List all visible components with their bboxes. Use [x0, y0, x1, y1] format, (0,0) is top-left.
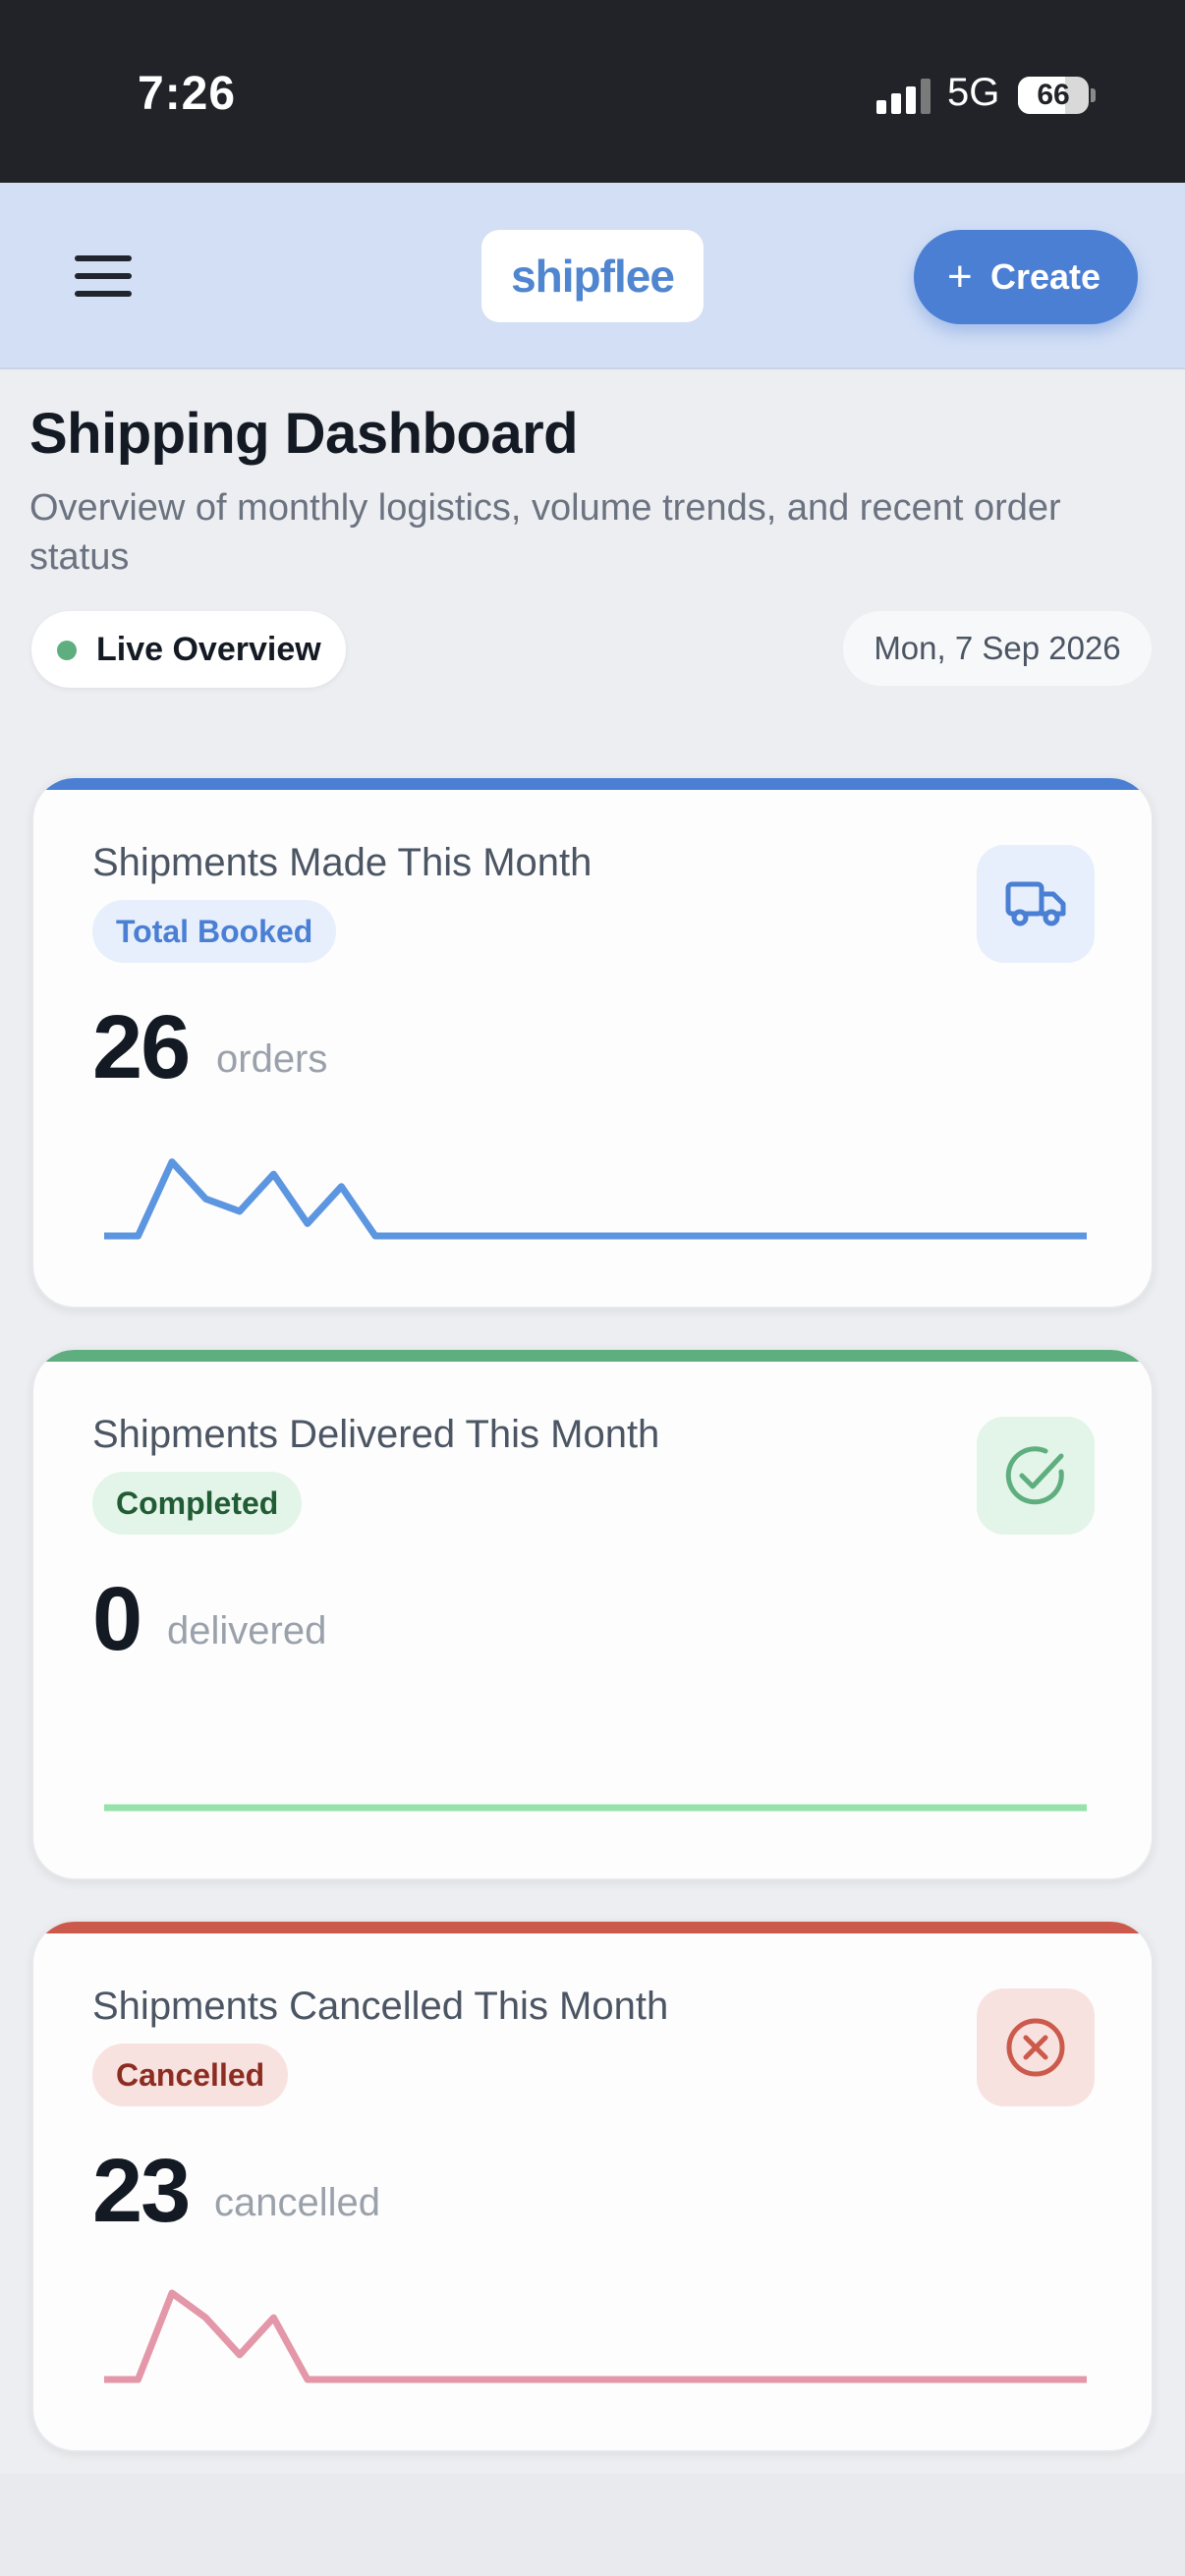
- status-time: 7:26: [138, 68, 237, 120]
- page-subtitle: Overview of monthly logistics, volume tr…: [29, 487, 1061, 578]
- page-title: Shipping Dashboard: [29, 402, 579, 466]
- card-unit: delivered: [167, 1609, 327, 1652]
- shipments-delivered-card[interactable]: Shipments Delivered This Month Completed…: [31, 1348, 1154, 1880]
- live-status-dot: [57, 641, 77, 660]
- trend-sparkline: [104, 2289, 1087, 2383]
- network-type: 5G: [947, 71, 1000, 114]
- status-bar: 7:26 5G 66: [0, 0, 1185, 183]
- card-title: Shipments Made This Month: [92, 841, 592, 884]
- signal-strength-icon: [876, 79, 931, 114]
- card-unit: cancelled: [214, 2181, 381, 2224]
- battery-nub: [1091, 88, 1096, 102]
- bottom-safe-area: [0, 2474, 1185, 2576]
- status-badge: Total Booked: [92, 900, 337, 963]
- x-circle-icon: [977, 1988, 1095, 2106]
- battery-icon: 66: [1018, 77, 1089, 114]
- status-badge: Completed: [92, 1472, 303, 1535]
- live-overview-pill: Live Overview: [31, 611, 346, 688]
- battery-level: 66: [1037, 79, 1070, 111]
- truck-icon: [977, 845, 1095, 963]
- shipments-made-card[interactable]: Shipments Made This Month Total Booked 2…: [31, 776, 1154, 1309]
- trend-sparkline: [104, 1804, 1087, 1812]
- app-header: shipflee + Create: [0, 183, 1185, 369]
- trend-sparkline: [104, 1158, 1087, 1240]
- sparkline-path: [104, 1158, 1087, 1240]
- live-overview-label: Live Overview: [96, 631, 321, 668]
- create-button-label: Create: [990, 256, 1101, 297]
- plus-icon: +: [947, 252, 973, 301]
- current-date: Mon, 7 Sep 2026: [843, 611, 1152, 686]
- check-circle-icon: [977, 1417, 1095, 1535]
- app-logo[interactable]: shipflee: [481, 230, 704, 322]
- shipments-cancelled-card[interactable]: Shipments Cancelled This Month Cancelled…: [31, 1920, 1154, 2452]
- sparkline-path: [104, 2289, 1087, 2383]
- create-button[interactable]: + Create: [914, 230, 1138, 324]
- card-value: 0: [92, 1569, 142, 1669]
- card-value: 26: [92, 997, 191, 1097]
- card-accent-line: [33, 1350, 1152, 1362]
- hamburger-menu-icon[interactable]: [61, 246, 145, 307]
- card-unit: orders: [216, 1037, 328, 1081]
- status-badge: Cancelled: [92, 2044, 289, 2106]
- card-title: Shipments Cancelled This Month: [92, 1985, 669, 2028]
- card-accent-line: [33, 778, 1152, 790]
- card-title: Shipments Delivered This Month: [92, 1413, 660, 1456]
- card-value: 23: [92, 2141, 191, 2241]
- card-accent-line: [33, 1922, 1152, 1933]
